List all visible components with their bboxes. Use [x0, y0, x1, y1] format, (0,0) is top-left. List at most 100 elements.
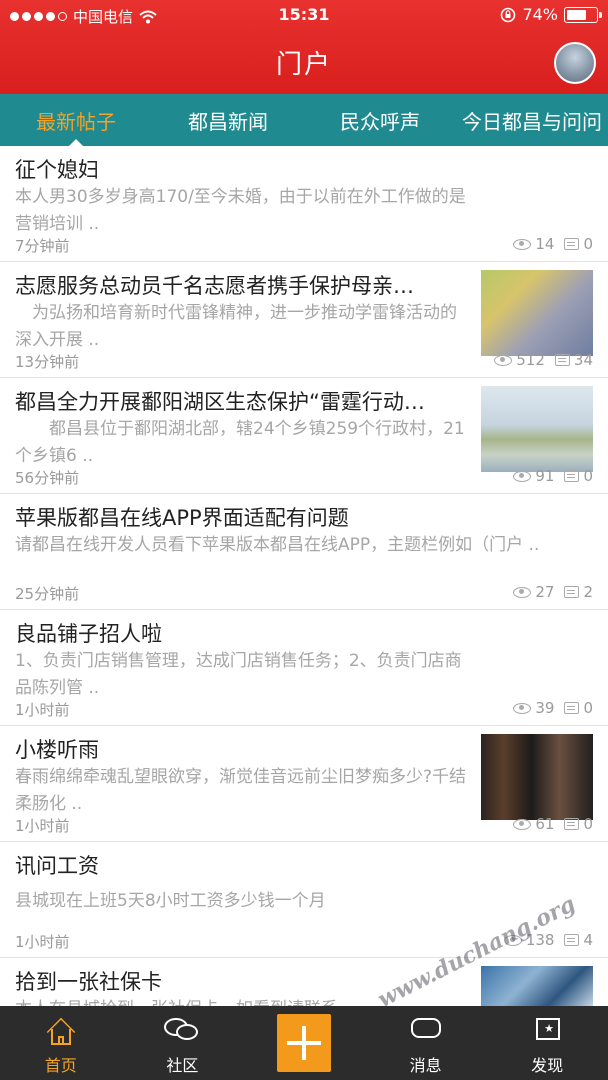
post-stats: 512 34 — [494, 351, 593, 369]
rotation-lock-icon — [501, 7, 516, 22]
comments-icon — [564, 470, 580, 482]
views-icon — [513, 238, 532, 250]
post-title: 苹果版都昌在线APP界面适配有问题 — [15, 506, 349, 530]
battery-icon — [564, 6, 602, 23]
post-item[interactable]: 良品铺子招人啦 1、负责门店销售管理，达成门店销售任务；2、负责门店商品陈列管 … — [0, 610, 608, 726]
tab-public-voice[interactable]: 民众呼声 — [304, 94, 456, 146]
post-item[interactable]: 志愿服务总动员千名志愿者携手保护母亲… 为弘扬和培育新时代雷锋精神，进一步推动学… — [0, 262, 608, 378]
post-time: 1小时前 — [15, 817, 70, 835]
comment-count: 0 — [583, 467, 593, 485]
comment-count: 4 — [583, 931, 593, 949]
battery-percent: 74% — [522, 5, 558, 24]
post-thumbnail — [481, 966, 593, 1006]
post-time: 13分钟前 — [15, 353, 80, 371]
post-time: 7分钟前 — [15, 237, 70, 255]
post-stats: 61 0 — [513, 815, 593, 833]
post-thumbnail — [481, 734, 593, 820]
nav-home[interactable]: 首页 — [0, 1006, 122, 1080]
nav-post-new[interactable] — [243, 1006, 365, 1080]
nav-discover[interactable]: ★ 发现 — [486, 1006, 608, 1080]
comment-count: 2 — [583, 583, 593, 601]
plus-icon[interactable] — [276, 1014, 331, 1072]
comment-count: 0 — [583, 699, 593, 717]
post-item[interactable]: 都昌全力开展鄱阳湖区生态保护“雷霆行动… 都昌县位于鄱阳湖北部，辖24个乡镇25… — [0, 378, 608, 494]
page-title: 门户 — [275, 50, 332, 80]
home-icon — [46, 1016, 76, 1047]
post-title: 都昌全力开展鄱阳湖区生态保护“雷霆行动… — [15, 390, 425, 414]
post-summary: 县城现在上班5天8小时工资多少钱一个月 — [15, 891, 326, 911]
post-title: 良品铺子招人啦 — [15, 622, 162, 646]
tab-today-duchang[interactable]: 今日都昌与问问 — [456, 94, 608, 146]
post-title: 讯问工资 — [15, 854, 99, 878]
views-icon — [513, 470, 532, 482]
tab-duchang-news[interactable]: 都昌新闻 — [152, 94, 304, 146]
post-thumbnail — [481, 386, 593, 472]
post-thumbnail — [481, 270, 593, 356]
post-item[interactable]: 拾到一张社保卡 本人在县城拾到一张社保卡，如看到请联系 — [0, 958, 608, 1006]
post-item[interactable]: 苹果版都昌在线APP界面适配有问题 请都昌在线开发人员看下苹果版本都昌在线APP… — [0, 494, 608, 610]
post-summary: 都昌县位于鄱阳湖北部，辖24个乡镇259个行政村，21个乡镇6 .. — [15, 419, 465, 466]
view-count: 14 — [535, 235, 555, 253]
post-title: 征个媳妇 — [15, 158, 99, 182]
post-item[interactable]: 征个媳妇 本人男30多岁身高170/至今未婚，由于以前在外工作做的是营销培训 .… — [0, 146, 608, 262]
discover-flag-icon: ★ — [532, 1016, 562, 1044]
app-screen: 中国电信 15:31 74% 门户 最新帖子 都昌新闻 民众呼声 今日都昌与问问… — [0, 0, 608, 1080]
post-time: 1小时前 — [15, 933, 70, 951]
post-summary: 1、负责门店销售管理，达成门店销售任务；2、负责门店商品陈列管 .. — [15, 651, 462, 698]
post-summary: 春雨绵绵牵魂乱望眼欲穿，渐觉佳音远前尘旧梦痴多少?千结柔肠化 .. — [15, 767, 467, 814]
comments-icon — [564, 818, 580, 830]
nav-messages-label: 消息 — [409, 1056, 442, 1075]
post-title: 志愿服务总动员千名志愿者携手保护母亲… — [15, 274, 414, 298]
chat-bubble-icon — [164, 1016, 200, 1044]
views-icon — [503, 934, 522, 946]
post-time: 25分钟前 — [15, 585, 80, 603]
post-stats: 91 0 — [513, 467, 593, 485]
views-icon — [513, 818, 532, 830]
view-count: 512 — [516, 351, 545, 369]
comments-icon — [564, 702, 580, 714]
nav-messages[interactable]: 消息 — [365, 1006, 487, 1080]
user-avatar[interactable] — [554, 42, 596, 84]
nav-home-label: 首页 — [44, 1056, 77, 1075]
comment-count: 34 — [573, 351, 593, 369]
post-stats: 138 4 — [503, 931, 593, 949]
nav-community-label: 社区 — [166, 1056, 199, 1075]
view-count: 27 — [535, 583, 555, 601]
comment-count: 0 — [583, 815, 593, 833]
views-icon — [513, 586, 532, 598]
comments-icon — [564, 934, 580, 946]
post-stats: 39 0 — [513, 699, 593, 717]
post-item[interactable]: 小楼听雨 春雨绵绵牵魂乱望眼欲穿，渐觉佳音远前尘旧梦痴多少?千结柔肠化 .. 1… — [0, 726, 608, 842]
post-summary: 为弘扬和培育新时代雷锋精神，进一步推动学雷锋活动的深入开展 .. — [15, 303, 457, 350]
view-count: 91 — [535, 467, 555, 485]
category-tabs: 最新帖子 都昌新闻 民众呼声 今日都昌与问问 — [0, 94, 608, 147]
post-time: 1小时前 — [15, 701, 70, 719]
views-icon — [494, 354, 513, 366]
post-time: 56分钟前 — [15, 469, 80, 487]
post-stats: 27 2 — [513, 583, 593, 601]
view-count: 39 — [535, 699, 555, 717]
post-summary: 本人男30多岁身高170/至今未婚，由于以前在外工作做的是营销培训 .. — [15, 187, 466, 234]
post-list: 征个媳妇 本人男30多岁身高170/至今未婚，由于以前在外工作做的是营销培训 .… — [0, 146, 608, 1006]
status-bar: 中国电信 15:31 74% — [0, 0, 608, 32]
comments-icon — [564, 586, 580, 598]
comments-icon — [564, 238, 580, 250]
nav-discover-label: 发现 — [531, 1056, 564, 1075]
comment-count: 0 — [583, 235, 593, 253]
post-title: 拾到一张社保卡 — [15, 970, 162, 994]
post-item[interactable]: 讯问工资 县城现在上班5天8小时工资多少钱一个月 1小时前 138 4 — [0, 842, 608, 958]
nav-community[interactable]: 社区 — [122, 1006, 244, 1080]
view-count: 61 — [535, 815, 555, 833]
status-right: 74% — [500, 5, 602, 24]
post-stats: 14 0 — [513, 235, 593, 253]
header-bar: 中国电信 15:31 74% 门户 — [0, 0, 608, 94]
post-summary: 请都昌在线开发人员看下苹果版本都昌在线APP，主题栏例如（门户 .. — [15, 535, 540, 555]
comments-icon — [554, 354, 570, 366]
bottom-tab-bar: 首页 社区 消息 ★ 发现 — [0, 1006, 608, 1080]
views-icon — [513, 702, 532, 714]
message-icon — [410, 1016, 441, 1040]
post-summary: 本人在县城拾到一张社保卡，如看到请联系 — [15, 996, 470, 1006]
post-title: 小楼听雨 — [15, 738, 99, 762]
tab-latest-posts[interactable]: 最新帖子 — [0, 94, 152, 147]
view-count: 138 — [525, 931, 555, 949]
